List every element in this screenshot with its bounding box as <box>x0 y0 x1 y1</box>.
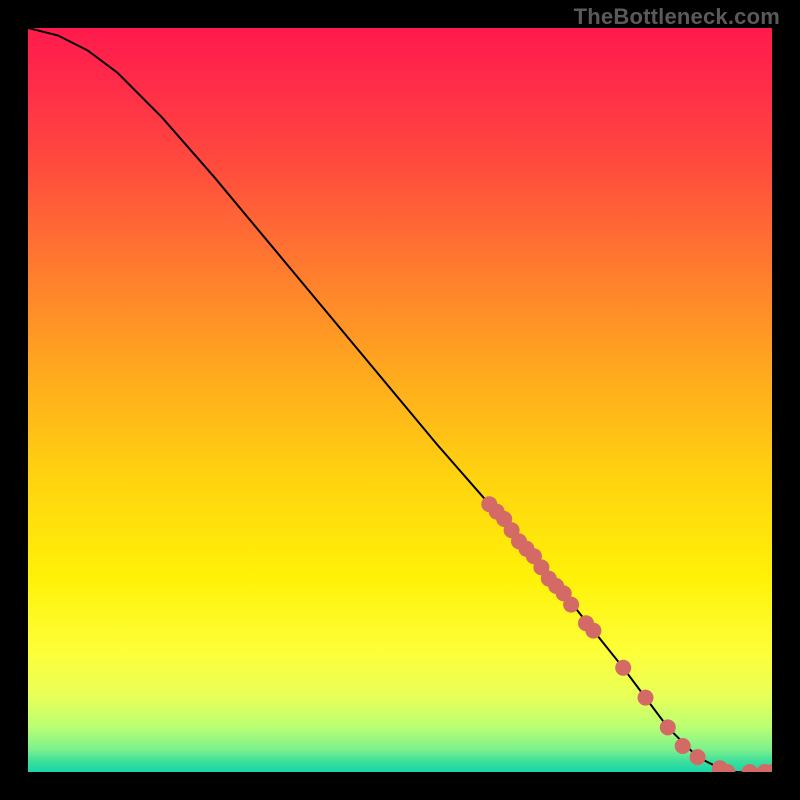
scatter-dot <box>638 690 654 706</box>
scatter-dot <box>660 719 676 735</box>
chart-stage: TheBottleneck.com <box>0 0 800 800</box>
scatter-dot <box>585 623 601 639</box>
chart-overlay <box>28 28 772 772</box>
scatter-points <box>481 496 772 772</box>
curve-line <box>28 28 772 772</box>
scatter-dot <box>675 738 691 754</box>
scatter-dot <box>563 597 579 613</box>
scatter-dot <box>742 764 758 772</box>
plot-area <box>28 28 772 772</box>
scatter-dot <box>690 749 706 765</box>
scatter-dot <box>615 660 631 676</box>
watermark-text: TheBottleneck.com <box>574 4 780 30</box>
